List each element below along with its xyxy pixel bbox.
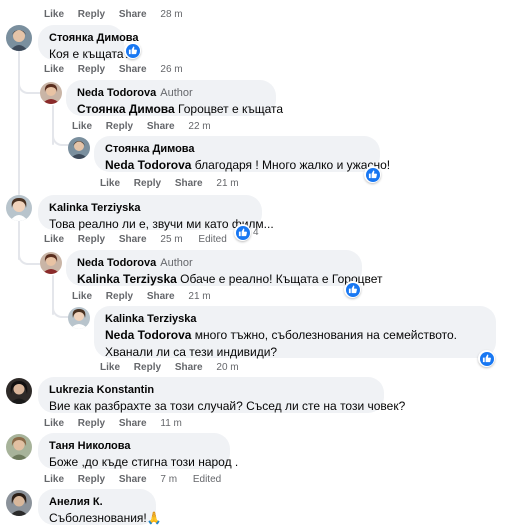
comment-actions: Like Reply Share 21 m bbox=[72, 291, 222, 303]
comment-actions: Like Reply Share 21 m bbox=[100, 178, 250, 190]
comment-text: Това реално ли е, звучи ми като филм... bbox=[49, 217, 274, 231]
comment-bubble: Neda Todorova Author Kalinka Terziyska Об… bbox=[66, 250, 383, 286]
comment-text: Neda Todorova много тъжно, съболезновани… bbox=[105, 328, 457, 359]
reply-button[interactable]: Reply bbox=[78, 474, 105, 485]
mention-link[interactable]: Стоянка Димова bbox=[77, 102, 175, 116]
commenter-name[interactable]: Kalinka Terziyska bbox=[105, 312, 485, 327]
like-button[interactable]: Like bbox=[44, 234, 64, 245]
comment-text: Neda Todorova благодаря ! Много жалко и … bbox=[105, 158, 391, 172]
avatar[interactable] bbox=[6, 378, 32, 404]
like-button[interactable]: Like bbox=[72, 291, 92, 302]
thread-connector bbox=[52, 280, 70, 318]
share-button[interactable]: Share bbox=[119, 234, 147, 245]
edited-label: Edited bbox=[192, 474, 222, 485]
comment-actions: Like Reply Share 25 m Edited bbox=[44, 234, 238, 246]
reply-button[interactable]: Reply bbox=[106, 291, 133, 302]
comment-actions: Like Reply Share 7 m Edited bbox=[44, 474, 232, 486]
author-badge: Author bbox=[160, 257, 193, 269]
comment-bubble: Стоянка Димова Neda Todorova благодаря !… bbox=[94, 136, 391, 172]
comment-text: Вие как разбрахте за този случай? Съсед … bbox=[49, 399, 406, 413]
avatar[interactable] bbox=[68, 307, 90, 329]
commenter-name[interactable]: Анелия К. bbox=[49, 495, 145, 510]
comment-bubble: Стоянка Димова Коя е къщата? bbox=[38, 25, 139, 61]
share-button[interactable]: Share bbox=[119, 418, 147, 429]
comment-bubble: Neda Todorova Author Стоянка Димова Гороц… bbox=[66, 80, 284, 116]
like-reaction-icon[interactable] bbox=[364, 166, 381, 183]
comment-timestamp[interactable]: 7 m bbox=[160, 474, 177, 485]
like-button[interactable]: Like bbox=[44, 418, 64, 429]
comment-timestamp[interactable]: 21 m bbox=[188, 291, 210, 302]
comment-text: Съболезнования!🙏 bbox=[49, 511, 162, 525]
share-button[interactable]: Share bbox=[147, 291, 175, 302]
comment-timestamp[interactable]: 20 m bbox=[216, 362, 238, 373]
comment-text: Коя е къщата? bbox=[49, 47, 131, 61]
comment-text: Стоянка Димова Гороцвет е къщата bbox=[77, 102, 284, 116]
mention-link[interactable]: Neda Todorova bbox=[105, 328, 191, 342]
like-reaction-icon[interactable] bbox=[344, 281, 361, 298]
mention-link[interactable]: Kalinka Terziyska bbox=[77, 272, 177, 286]
avatar[interactable] bbox=[40, 82, 62, 104]
reply-button[interactable]: Reply bbox=[78, 418, 105, 429]
share-button[interactable]: Share bbox=[147, 121, 175, 132]
commenter-name[interactable]: Neda Todorova bbox=[77, 257, 156, 269]
pray-emoji: 🙏 bbox=[146, 511, 162, 525]
avatar[interactable] bbox=[6, 490, 32, 516]
comment-actions: Like Reply Share 11 m bbox=[44, 418, 193, 430]
avatar[interactable] bbox=[40, 252, 62, 274]
comment-bubble: Таня Николова Боже ,до къде стигна този … bbox=[38, 433, 239, 469]
comment-actions: Like Reply Share 28 m bbox=[44, 9, 194, 21]
reply-button[interactable]: Reply bbox=[78, 64, 105, 75]
comment-actions: Like Reply Share 22 m bbox=[72, 121, 222, 133]
avatar[interactable] bbox=[68, 137, 90, 159]
avatar[interactable] bbox=[6, 195, 32, 221]
like-button[interactable]: Like bbox=[44, 474, 64, 485]
comment-timestamp[interactable]: 25 m bbox=[160, 234, 182, 245]
author-badge: Author bbox=[160, 87, 193, 99]
comment-timestamp[interactable]: 21 m bbox=[216, 178, 238, 189]
comment-bubble: Kalinka Terziyska Това реално ли е, звуч… bbox=[38, 195, 274, 231]
reply-button[interactable]: Reply bbox=[106, 121, 133, 132]
like-button[interactable]: Like bbox=[44, 9, 64, 20]
like-reaction-icon[interactable] bbox=[124, 42, 141, 59]
comment-bubble: Lukrezia Konstantin Вие как разбрахте за… bbox=[38, 377, 406, 413]
share-button[interactable]: Share bbox=[175, 362, 203, 373]
share-button[interactable]: Share bbox=[175, 178, 203, 189]
share-button[interactable]: Share bbox=[119, 474, 147, 485]
comment-timestamp[interactable]: 11 m bbox=[160, 418, 182, 429]
like-button[interactable]: Like bbox=[44, 64, 64, 75]
share-button[interactable]: Share bbox=[119, 64, 147, 75]
comment-timestamp[interactable]: 22 m bbox=[188, 121, 210, 132]
commenter-name[interactable]: Lukrezia Konstantin bbox=[49, 383, 373, 398]
like-reaction-icon[interactable] bbox=[478, 350, 495, 367]
thread-connector bbox=[18, 225, 40, 265]
comment-text: Боже ,до къде стигна този народ . bbox=[49, 455, 239, 469]
edited-label: Edited bbox=[198, 234, 227, 245]
comment-bubble: Kalinka Terziyska Neda Todorova много тъ… bbox=[94, 306, 496, 359]
commenter-name[interactable]: Таня Николова bbox=[49, 439, 219, 454]
avatar[interactable] bbox=[6, 25, 32, 51]
reply-button[interactable]: Reply bbox=[134, 362, 161, 373]
reply-button[interactable]: Reply bbox=[134, 178, 161, 189]
reply-button[interactable]: Reply bbox=[78, 234, 105, 245]
like-button[interactable]: Like bbox=[100, 362, 120, 373]
avatar[interactable] bbox=[6, 434, 32, 460]
comment-timestamp[interactable]: 26 m bbox=[160, 64, 182, 75]
comment-actions: Like Reply Share 26 m bbox=[44, 64, 194, 76]
like-button[interactable]: Like bbox=[100, 178, 120, 189]
share-button[interactable]: Share bbox=[119, 9, 147, 20]
commenter-name[interactable]: Kalinka Terziyska bbox=[49, 201, 251, 216]
like-button[interactable]: Like bbox=[72, 121, 92, 132]
reaction-count[interactable]: 4 bbox=[253, 227, 259, 238]
comment-bubble: Анелия К. Съболезнования!🙏 bbox=[38, 489, 162, 525]
commenter-name[interactable]: Neda Todorova bbox=[77, 87, 156, 99]
comment-text: Kalinka Terziyska Обаче е реално! Къщата… bbox=[77, 272, 383, 286]
commenter-name[interactable]: Стоянка Димова bbox=[49, 31, 139, 46]
thread-connector bbox=[18, 50, 40, 94]
commenter-name[interactable]: Стоянка Димова bbox=[105, 142, 369, 157]
reply-button[interactable]: Reply bbox=[78, 9, 105, 20]
comment-actions: Like Reply Share 20 m bbox=[100, 362, 250, 374]
thread-connector bbox=[52, 110, 70, 146]
mention-link[interactable]: Neda Todorova bbox=[105, 158, 191, 172]
comment-timestamp[interactable]: 28 m bbox=[160, 9, 182, 20]
